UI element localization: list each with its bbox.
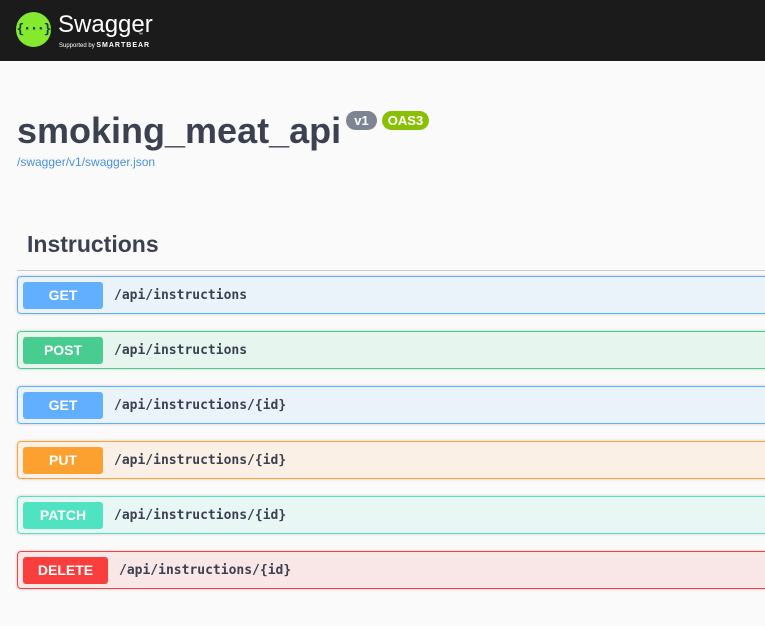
- operation-post-instructions[interactable]: POST /api/instructions: [17, 331, 765, 369]
- tag-section-instructions[interactable]: Instructions: [17, 230, 765, 271]
- oas-badge: OAS3: [382, 111, 429, 130]
- method-badge: GET: [23, 282, 103, 309]
- swagger-logo-icon[interactable]: {···}: [16, 12, 52, 47]
- topbar: {···} Swagger ™ Supported by SMARTBEAR: [0, 0, 765, 61]
- operation-put-instruction[interactable]: PUT /api/instructions/{id}: [17, 441, 765, 479]
- operation-path: /api/instructions: [114, 288, 248, 303]
- tag-title: Instructions: [27, 231, 159, 257]
- supported-by-text: Supported by SMARTBEAR: [59, 42, 150, 49]
- spec-url-link[interactable]: /swagger/v1/swagger.json: [17, 155, 155, 169]
- operation-path: /api/instructions/{id}: [114, 508, 287, 523]
- trademark-mark: ™: [138, 32, 143, 38]
- operation-delete-instruction[interactable]: DELETE /api/instructions/{id}: [17, 551, 765, 589]
- api-title: smoking_meat_api: [17, 110, 342, 151]
- operation-patch-instruction[interactable]: PATCH /api/instructions/{id}: [17, 496, 765, 534]
- logo-glyph: {···}: [16, 22, 51, 37]
- supported-by-label: Supported by: [59, 43, 95, 49]
- operation-path: /api/instructions/{id}: [114, 398, 287, 413]
- operation-get-instruction-by-id[interactable]: GET /api/instructions/{id}: [17, 386, 765, 424]
- operation-get-instructions[interactable]: GET /api/instructions: [17, 276, 765, 314]
- method-badge: DELETE: [23, 557, 108, 584]
- method-badge: POST: [23, 337, 103, 364]
- operation-path: /api/instructions/{id}: [114, 453, 287, 468]
- method-badge: GET: [23, 392, 103, 419]
- method-badge: PUT: [23, 447, 103, 474]
- smartbear-label: SMARTBEAR: [96, 42, 151, 49]
- method-badge: PATCH: [23, 502, 103, 529]
- operation-path: /api/instructions: [114, 343, 248, 358]
- operation-path: /api/instructions/{id}: [119, 563, 292, 578]
- version-badge: v1: [346, 111, 377, 130]
